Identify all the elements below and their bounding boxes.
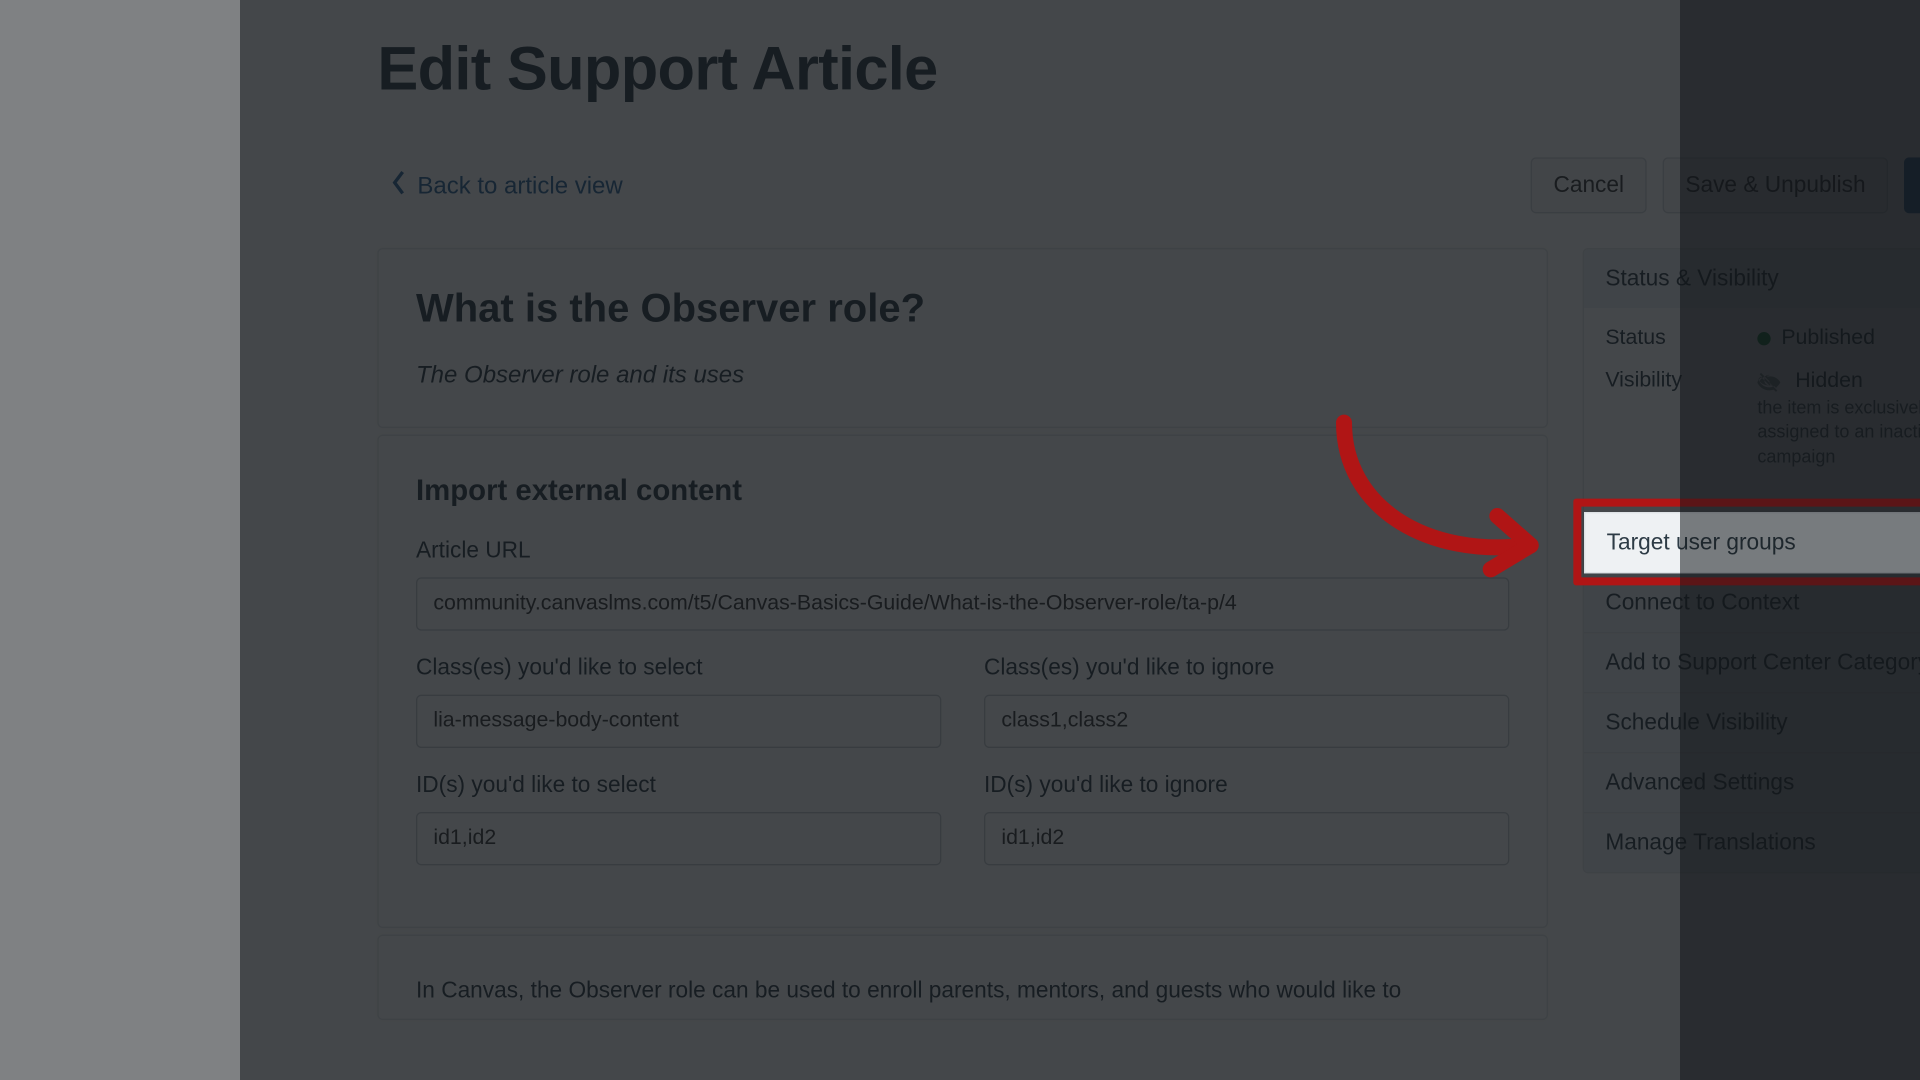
class-ignore-input[interactable] — [984, 695, 1509, 748]
back-link-label: Back to article view — [417, 171, 622, 199]
id-ignore-input[interactable] — [984, 812, 1509, 865]
id-select-label: ID(s) you'd like to select — [416, 772, 941, 799]
class-ignore-label: Class(es) you'd like to ignore — [984, 655, 1509, 682]
back-to-article-link[interactable]: Back to article view — [377, 169, 622, 202]
body-preview-text: In Canvas, the Observer role can be used… — [416, 973, 1509, 1007]
arrow-annotation — [1317, 412, 1584, 599]
id-select-input[interactable] — [416, 812, 941, 865]
article-subtitle: The Observer role and its uses — [416, 361, 1509, 389]
cancel-button[interactable]: Cancel — [1531, 157, 1647, 213]
class-select-input[interactable] — [416, 695, 941, 748]
body-preview-card: In Canvas, the Observer role can be used… — [377, 935, 1548, 1020]
class-select-label: Class(es) you'd like to select — [416, 655, 941, 682]
article-title-card: What is the Observer role? The Observer … — [377, 248, 1548, 428]
article-title: What is the Observer role? — [416, 287, 1509, 332]
chevron-left-icon — [391, 169, 407, 202]
id-ignore-label: ID(s) you'd like to ignore — [984, 772, 1509, 799]
